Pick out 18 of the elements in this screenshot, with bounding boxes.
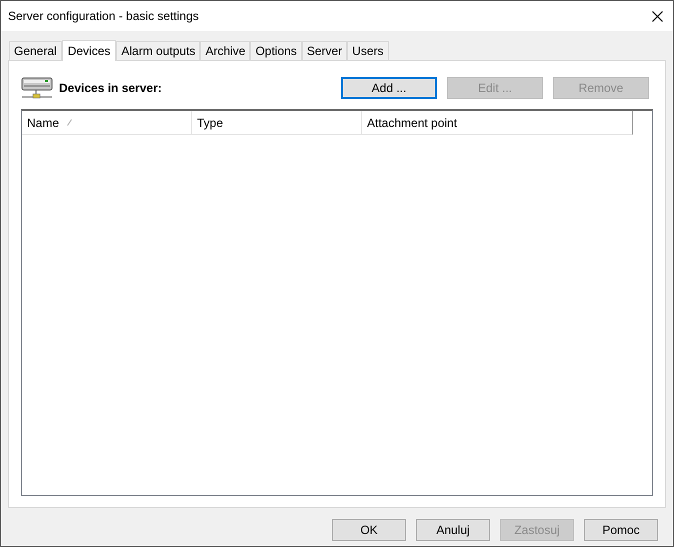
column-header[interactable]: Attachment point (362, 111, 632, 134)
tab[interactable]: Archive (200, 41, 250, 60)
dialog-button[interactable]: OK (332, 519, 406, 541)
column-header[interactable]: Name (22, 111, 192, 134)
server-network-icon (21, 76, 53, 100)
tab[interactable]: Users (347, 41, 388, 60)
tab[interactable]: Options (250, 41, 302, 60)
column-header[interactable]: Type (192, 111, 362, 134)
tab[interactable]: Server (302, 41, 348, 60)
tab[interactable]: Devices (62, 40, 116, 61)
tab[interactable]: Alarm outputs (116, 41, 200, 60)
section-title: Devices in server: (59, 80, 162, 97)
tab[interactable]: General (9, 41, 62, 60)
window-title: Server configuration - basic settings (8, 8, 199, 25)
close-icon[interactable] (652, 10, 663, 22)
dialog-button[interactable]: Anuluj (416, 519, 490, 541)
dialog-button[interactable]: Pomoc (584, 519, 658, 541)
action-button[interactable]: Add ... (341, 77, 437, 99)
